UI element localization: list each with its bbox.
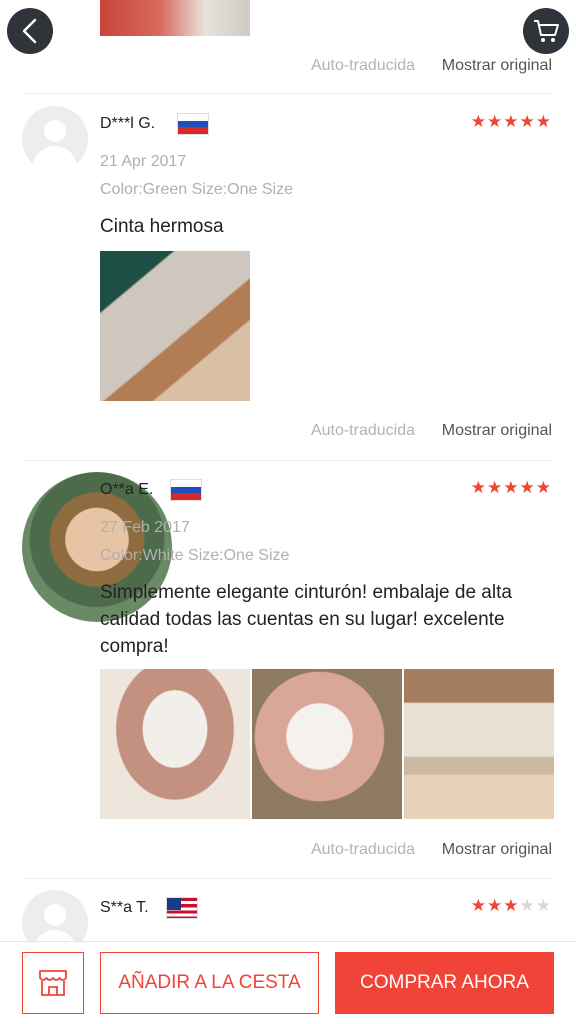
review-photo[interactable] bbox=[100, 0, 250, 36]
cart-icon bbox=[534, 20, 559, 42]
back-button[interactable] bbox=[7, 8, 53, 54]
review-photo[interactable] bbox=[404, 669, 554, 819]
divider bbox=[24, 460, 552, 461]
show-original-link[interactable]: Mostrar original bbox=[442, 841, 552, 859]
russia-flag-icon bbox=[177, 113, 209, 135]
bottom-action-bar: AÑADIR A LA CESTA COMPRAR AHORA bbox=[0, 941, 576, 1024]
star-rating: ★★★★★ bbox=[470, 896, 552, 915]
star-rating: ★★★★★ bbox=[470, 478, 552, 497]
store-icon bbox=[39, 970, 67, 996]
add-to-cart-button[interactable]: AÑADIR A LA CESTA bbox=[100, 952, 319, 1014]
cart-button[interactable] bbox=[523, 8, 569, 54]
review-photo[interactable] bbox=[100, 669, 250, 819]
review-photo[interactable] bbox=[252, 669, 402, 819]
product-variant: Color:Green Size:One Size bbox=[100, 181, 293, 198]
review-date: 21 Apr 2017 bbox=[100, 153, 187, 170]
review-text: Simplemente elegante cinturón! embalaje … bbox=[100, 582, 512, 657]
reviewer-name: S**a T. bbox=[100, 899, 149, 916]
show-original-link[interactable]: Mostrar original bbox=[442, 57, 552, 75]
auto-translated-label: Auto-traducida bbox=[310, 422, 415, 439]
reviewer-name: D***l G. bbox=[100, 115, 156, 132]
product-variant: Color:White Size:One Size bbox=[100, 547, 290, 564]
translation-row: Auto-traducida Mostrar original bbox=[0, 57, 576, 79]
divider bbox=[24, 878, 552, 879]
translation-row: Auto-traducida Mostrar original bbox=[0, 422, 576, 444]
avatar bbox=[22, 106, 88, 172]
russia-flag-icon bbox=[170, 479, 202, 501]
buy-now-button[interactable]: COMPRAR AHORA bbox=[335, 952, 554, 1014]
usa-flag-icon bbox=[166, 897, 198, 919]
translation-row: Auto-traducida Mostrar original bbox=[0, 841, 576, 863]
star-rating: ★★★★★ bbox=[470, 112, 552, 131]
show-original-link[interactable]: Mostrar original bbox=[442, 422, 552, 440]
store-button[interactable] bbox=[22, 952, 84, 1014]
chevron-left-icon bbox=[22, 18, 37, 44]
auto-translated-label: Auto-traducida bbox=[310, 57, 415, 74]
review-text: Cinta hermosa bbox=[100, 216, 224, 237]
review-date: 27 Feb 2017 bbox=[100, 519, 190, 536]
auto-translated-label: Auto-traducida bbox=[310, 841, 415, 858]
reviewer-name: O**a E. bbox=[100, 481, 154, 498]
review-photo[interactable] bbox=[100, 251, 250, 401]
divider bbox=[24, 93, 552, 94]
